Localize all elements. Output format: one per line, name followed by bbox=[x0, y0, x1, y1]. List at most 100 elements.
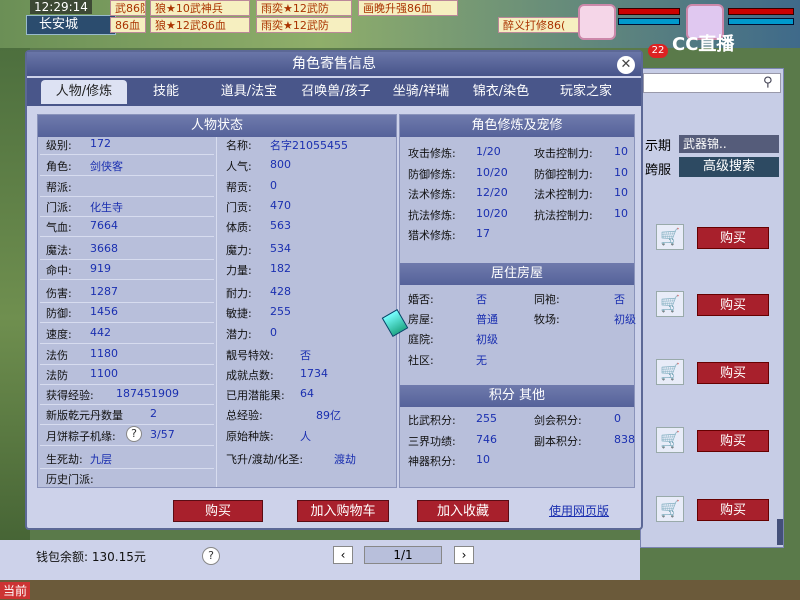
status-label: 帮派: bbox=[46, 181, 72, 194]
search-icon[interactable]: ⚲ bbox=[763, 75, 773, 90]
status-label: 潜力: bbox=[226, 328, 252, 341]
row-divider bbox=[40, 196, 214, 197]
buy-button[interactable]: 购买 bbox=[697, 227, 769, 249]
search-input[interactable] bbox=[643, 73, 781, 93]
page-indicator: 1/1 bbox=[364, 546, 442, 564]
housing-label: 庭院: bbox=[408, 333, 434, 346]
status-label: 月饼粽子机缘: bbox=[46, 430, 116, 443]
cart-icon[interactable]: 🛒 bbox=[656, 359, 684, 385]
status-label: 法伤 bbox=[46, 349, 68, 362]
status-value: 534 bbox=[270, 242, 291, 255]
points-value: 838 bbox=[614, 433, 635, 446]
status-value: 否 bbox=[300, 349, 311, 362]
tab-skills[interactable]: 技能 bbox=[139, 80, 193, 104]
help-icon[interactable]: ? bbox=[126, 426, 142, 442]
status-label: 帮贡: bbox=[226, 181, 252, 194]
status-label: 耐力: bbox=[226, 287, 252, 300]
chat-item: 武86防 bbox=[110, 0, 146, 16]
wallet-balance: 钱包余额: 130.15元 bbox=[36, 550, 146, 564]
status-value: 3668 bbox=[90, 242, 118, 255]
cultivation-value: 17 bbox=[476, 227, 490, 240]
status-value: 人 bbox=[300, 430, 311, 443]
cultivation-value: 10 bbox=[614, 145, 628, 158]
status-value: 187451909 bbox=[116, 387, 179, 400]
cultivation-label: 猎术修炼: bbox=[408, 229, 456, 242]
player-hp-bar bbox=[728, 8, 794, 15]
add-to-cart-button[interactable]: 加入购物车 bbox=[297, 500, 389, 522]
close-icon[interactable]: ✕ bbox=[617, 56, 635, 74]
status-label: 气血: bbox=[46, 221, 72, 234]
status-value: 0 bbox=[270, 179, 277, 192]
cart-icon[interactable]: 🛒 bbox=[656, 291, 684, 317]
buy-button[interactable]: 购买 bbox=[697, 430, 769, 452]
next-page-button[interactable]: › bbox=[454, 546, 474, 564]
status-label: 飞升/渡劫/化圣: bbox=[226, 453, 304, 466]
status-value: 800 bbox=[270, 158, 291, 171]
chat-item: 狼★12武86血 bbox=[150, 17, 250, 33]
dialog-title: 角色寄售信息 bbox=[27, 52, 641, 76]
status-label: 获得经验: bbox=[46, 389, 94, 402]
cultivation-value: 10/20 bbox=[476, 207, 508, 220]
cultivation-value: 10 bbox=[614, 166, 628, 179]
status-value: 1734 bbox=[300, 367, 328, 380]
chat-item: 画晚升强86血 bbox=[358, 0, 458, 16]
cart-icon[interactable]: 🛒 bbox=[656, 224, 684, 250]
row-divider bbox=[40, 259, 214, 260]
status-value: 7664 bbox=[90, 219, 118, 232]
tab-character[interactable]: 人物/修炼 bbox=[41, 80, 127, 104]
housing-label: 同袍: bbox=[534, 293, 560, 306]
cultivation-label: 抗法修炼: bbox=[408, 209, 456, 222]
pet-avatar[interactable] bbox=[578, 4, 616, 40]
row-divider bbox=[40, 468, 214, 469]
status-value: 化生寺 bbox=[90, 201, 123, 214]
cart-icon[interactable]: 🛒 bbox=[656, 496, 684, 522]
help-icon[interactable]: ? bbox=[202, 547, 220, 565]
row-divider bbox=[40, 175, 214, 176]
cultivation-label: 攻击修炼: bbox=[408, 147, 456, 160]
buy-button[interactable]: 购买 bbox=[697, 499, 769, 521]
buy-button[interactable]: 购买 bbox=[697, 362, 769, 384]
tab-costumes[interactable]: 锦衣/染色 bbox=[463, 80, 539, 104]
status-value: 0 bbox=[270, 326, 277, 339]
status-value: 182 bbox=[270, 262, 291, 275]
housing-value: 普通 bbox=[476, 313, 498, 326]
cultivation-label: 防御控制力: bbox=[534, 168, 593, 181]
prev-page-button[interactable]: ‹ bbox=[333, 546, 353, 564]
cart-icon[interactable]: 🛒 bbox=[656, 427, 684, 453]
chat-ticker: 武86防 狼★10武神兵 雨奕★12武防 画晚升强86血 86血 狼★12武86… bbox=[110, 0, 590, 34]
show-period-label: 示期 bbox=[645, 139, 672, 154]
status-value: 1100 bbox=[90, 367, 118, 380]
tab-home[interactable]: 玩家之家 bbox=[543, 80, 629, 104]
status-label: 生死劫: bbox=[46, 453, 83, 466]
points-value: 10 bbox=[476, 453, 490, 466]
row-divider bbox=[40, 154, 214, 155]
scrollbar-thumb[interactable] bbox=[777, 519, 783, 545]
buy-button[interactable]: 购买 bbox=[173, 500, 263, 522]
tab-pets[interactable]: 召唤兽/孩子 bbox=[293, 80, 379, 104]
advanced-search-button[interactable]: 高级搜索 bbox=[679, 157, 779, 177]
row-divider bbox=[40, 343, 214, 344]
status-label: 法防 bbox=[46, 369, 68, 382]
add-favorite-button[interactable]: 加入收藏 bbox=[417, 500, 509, 522]
status-value: 563 bbox=[270, 219, 291, 232]
status-header: 人物状态 bbox=[38, 115, 396, 137]
points-label: 比武积分: bbox=[408, 414, 456, 427]
status-label: 原始种族: bbox=[226, 430, 274, 443]
row-divider bbox=[40, 302, 214, 303]
tab-items[interactable]: 道具/法宝 bbox=[209, 80, 289, 104]
city-name: 长安城 bbox=[26, 15, 116, 35]
status-label: 历史门派: bbox=[46, 473, 94, 486]
chat-item: 醉义打修86( bbox=[498, 17, 582, 33]
web-version-link[interactable]: 使用网页版 bbox=[549, 502, 609, 519]
cultivation-header: 角色修炼及宠修 bbox=[400, 115, 634, 137]
row-divider bbox=[40, 384, 214, 385]
status-panel: 人物状态 级别: 172 角色: 剑侠客 帮派: 门派: 化生寺 气血: 7664 魔法: 3668… bbox=[37, 114, 397, 488]
buy-button[interactable]: 购买 bbox=[697, 294, 769, 316]
status-value: 470 bbox=[270, 199, 291, 212]
channel-label[interactable]: 当前 bbox=[0, 582, 31, 599]
filter-select[interactable]: 武器锦.. bbox=[679, 135, 779, 153]
tab-mounts[interactable]: 坐骑/祥瑞 bbox=[383, 80, 459, 104]
status-value: 剑侠客 bbox=[90, 160, 123, 173]
status-value: 1456 bbox=[90, 305, 118, 318]
points-label: 三界功绩: bbox=[408, 435, 456, 448]
